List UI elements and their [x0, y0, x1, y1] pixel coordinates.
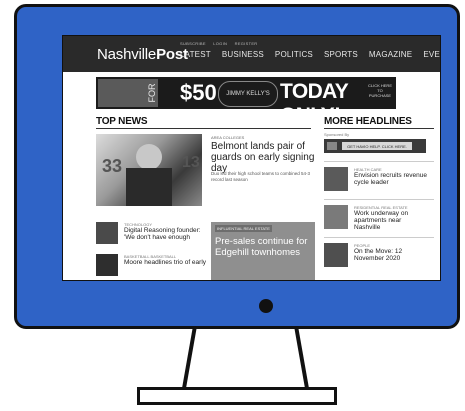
story-thumbnail[interactable] [96, 254, 118, 276]
coach-head [136, 144, 162, 170]
nav-business[interactable]: BUSINESS [222, 50, 264, 59]
banner-label: FOR [147, 83, 157, 103]
story-item[interactable]: TECHNOLOGY Digital Reasoning founder: 'W… [96, 222, 206, 246]
monitor-frame: NashvillePost SUBSCRIBE LOGIN REGISTER L… [14, 4, 460, 329]
more-headlines-rule [324, 128, 434, 129]
headline-item[interactable]: PEOPLE On the Move: 12 November 2020 [324, 243, 434, 269]
headline-item[interactable]: HEALTH CARE Envision recruits revenue cy… [324, 167, 434, 193]
register-link[interactable]: REGISTER [235, 41, 258, 46]
headline-thumbnail[interactable] [324, 243, 348, 267]
banner-ad[interactable]: FOR $50 JIMMY KELLY'S TODAY ONLY! CLICK … [96, 77, 396, 127]
story-headline[interactable]: Moore headlines trio of early [124, 259, 206, 266]
site-logo[interactable]: NashvillePost [97, 46, 188, 63]
sponsor-logo [327, 142, 337, 150]
headline-text[interactable]: Envision recruits revenue cycle leader [354, 172, 429, 186]
feature-category[interactable]: AREA COLLEGES [211, 135, 244, 140]
top-news-rule [96, 128, 311, 129]
nav-events[interactable]: EVENTS [423, 50, 440, 59]
more-headlines-title: MORE HEADLINES [324, 116, 412, 127]
sponsor-ad[interactable]: GET HAVIO HELP. CLICK HERE. [324, 139, 426, 153]
nav-latest[interactable]: LATEST [180, 50, 211, 59]
headline-text[interactable]: On the Move: 12 November 2020 [354, 248, 429, 262]
top-news-title: TOP NEWS [96, 116, 148, 127]
feature-blurb: Duo led their high school teams to combi… [211, 171, 311, 182]
logo-light: Nashville [97, 46, 157, 63]
power-button [259, 299, 273, 313]
subscribe-link[interactable]: SUBSCRIBE [180, 41, 206, 46]
headline-thumbnail[interactable] [324, 205, 348, 229]
stand-leg-right [294, 328, 310, 392]
nav-magazine[interactable]: MAGAZINE [369, 50, 412, 59]
utility-links: SUBSCRIBE LOGIN REGISTER [180, 41, 263, 46]
jersey-number-right: 13 [182, 154, 200, 171]
promo-headline[interactable]: Pre-sales continue for Edgehill townhome… [215, 236, 313, 258]
main-nav: LATEST BUSINESS POLITICS SPORTS MAGAZINE… [180, 50, 440, 59]
login-link[interactable]: LOGIN [213, 41, 227, 46]
jersey-number-left: 33 [102, 156, 123, 176]
banner-amount: $50 [180, 80, 217, 105]
headline-text[interactable]: Work underway on apartments near Nashvil… [354, 210, 429, 231]
stand-leg-left [181, 328, 197, 392]
headline-item[interactable]: RESIDENTIAL REAL ESTATE Work underway on… [324, 205, 434, 231]
feature-headline[interactable]: Belmont lands pair of guards on early si… [211, 141, 321, 174]
story-item[interactable]: BASKETBALL BASKETBALL Moore headlines tr… [96, 254, 206, 278]
browser-screen: NashvillePost SUBSCRIBE LOGIN REGISTER L… [62, 35, 441, 281]
nav-sports[interactable]: SPORTS [324, 50, 358, 59]
promo-card[interactable]: INFLUENTIAL REAL ESTATE Pre-sales contin… [211, 222, 315, 280]
sponsor-button[interactable]: GET HAVIO HELP. CLICK HERE. [342, 142, 412, 150]
story-headline[interactable]: Digital Reasoning founder: 'We don't hav… [124, 227, 206, 241]
stand-base [137, 387, 337, 405]
site-header: NashvillePost SUBSCRIBE LOGIN REGISTER L… [63, 36, 440, 72]
divider [324, 161, 434, 162]
sponsored-label: Sponsored By [324, 132, 350, 137]
story-thumbnail[interactable] [96, 222, 118, 244]
divider [324, 199, 434, 200]
promo-tag: INFLUENTIAL REAL ESTATE [215, 225, 272, 232]
banner-brand-logo: JIMMY KELLY'S [218, 81, 278, 107]
feature-photo[interactable]: 33 13 [96, 134, 202, 206]
banner-cta[interactable]: CLICK HERE TO PURCHASE [366, 83, 394, 98]
nav-politics[interactable]: POLITICS [275, 50, 313, 59]
divider [324, 237, 434, 238]
headline-thumbnail[interactable] [324, 167, 348, 191]
coach-body [126, 168, 172, 206]
